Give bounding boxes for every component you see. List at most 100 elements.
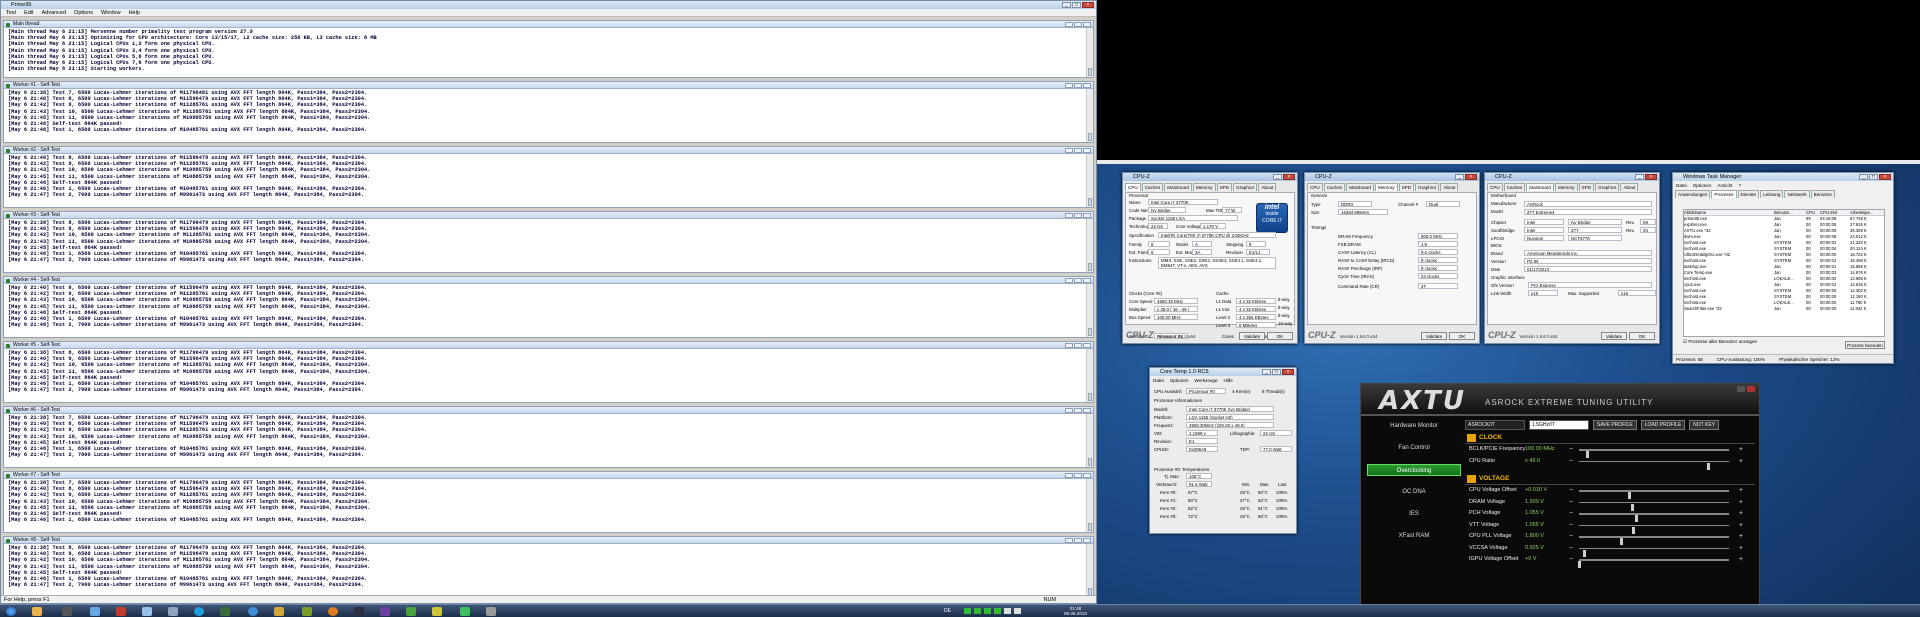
tab-processes[interactable]: Prozesse bbox=[1711, 190, 1737, 198]
increase-button[interactable]: + bbox=[1739, 520, 1743, 532]
menu-item-help[interactable]: Help bbox=[129, 9, 140, 16]
app-icon[interactable] bbox=[90, 607, 100, 616]
slider-track[interactable] bbox=[1579, 513, 1729, 522]
pane-titlebar[interactable]: Worker #2 - Self-Test bbox=[4, 147, 1093, 154]
column-header[interactable]: CPU-Zeit bbox=[1820, 210, 1850, 215]
increase-button[interactable]: + bbox=[1739, 531, 1743, 543]
increase-button[interactable]: + bbox=[1739, 543, 1743, 555]
close-icon[interactable]: × bbox=[1645, 174, 1657, 180]
column-header[interactable]: Abbildname bbox=[1684, 210, 1774, 215]
maximize-icon[interactable] bbox=[1074, 213, 1082, 218]
decrease-button[interactable]: − bbox=[1569, 497, 1573, 509]
cpu-select-dropdown[interactable]: Prozessor #0 bbox=[1186, 388, 1226, 394]
show-all-processes-checkbox[interactable]: ☑ Prozesse aller Benutzer anzeigen bbox=[1683, 339, 1757, 345]
app-icon[interactable] bbox=[62, 607, 72, 616]
worker-pane[interactable]: Worker #7 - Self-Test [May 6 21:38] Test … bbox=[3, 471, 1094, 533]
tab-about[interactable]: About bbox=[1620, 183, 1639, 191]
tab-about[interactable]: About bbox=[1440, 183, 1459, 191]
tab-spd[interactable]: SPD bbox=[1578, 183, 1595, 191]
minimize-icon[interactable] bbox=[1065, 213, 1073, 218]
nav-xfast-ram[interactable]: XFast RAM bbox=[1367, 530, 1461, 542]
app-icon[interactable] bbox=[380, 607, 390, 616]
volume-icon[interactable] bbox=[1014, 608, 1021, 614]
profile-name-input[interactable]: 1.5GHz/IT bbox=[1529, 420, 1589, 430]
tab-memory[interactable]: Memory bbox=[1193, 183, 1216, 191]
end-process-button[interactable]: Prozess beenden bbox=[1845, 341, 1885, 349]
tab-cpu[interactable]: CPU bbox=[1307, 183, 1323, 191]
maximize-icon[interactable] bbox=[1074, 278, 1082, 283]
tab-performance[interactable]: Leistung bbox=[1760, 190, 1784, 198]
decrease-button[interactable]: − bbox=[1569, 543, 1573, 555]
validate-button[interactable]: Validate bbox=[1601, 332, 1627, 340]
tab-cpu[interactable]: CPU bbox=[1487, 183, 1503, 191]
decrease-button[interactable]: − bbox=[1569, 554, 1573, 566]
save-profile-button[interactable]: SAVE PROFILE bbox=[1593, 420, 1637, 430]
nav-fan-control[interactable]: Fan Control bbox=[1367, 442, 1461, 454]
media-player-icon[interactable] bbox=[168, 607, 178, 616]
app-icon[interactable] bbox=[460, 607, 470, 616]
scrollbar[interactable] bbox=[1086, 89, 1093, 142]
maximize-icon[interactable] bbox=[1074, 538, 1082, 543]
maximize-icon[interactable]: □ bbox=[1869, 174, 1878, 180]
main-thread-pane[interactable]: Main thread [Main thread May 6 21:15] Me… bbox=[3, 20, 1094, 78]
worker-pane[interactable]: Worker #3 - Self-Test [May 6 21:38] Test … bbox=[3, 211, 1094, 273]
close-icon[interactable] bbox=[1083, 148, 1091, 153]
coretemp-titlebar[interactable]: Core Temp 1.0 RC5 _ □ × bbox=[1150, 368, 1296, 376]
minimize-icon[interactable] bbox=[1065, 538, 1073, 543]
app-icon[interactable] bbox=[406, 607, 416, 616]
pane-titlebar[interactable]: Worker #4 - Self-Test bbox=[4, 277, 1093, 284]
close-icon[interactable]: × bbox=[1282, 369, 1294, 375]
tray-icon[interactable] bbox=[974, 608, 981, 614]
minimize-icon[interactable]: _ bbox=[1262, 369, 1271, 375]
minimize-icon[interactable]: _ bbox=[1635, 174, 1644, 180]
minimize-icon[interactable] bbox=[1065, 408, 1073, 413]
tab-mainboard[interactable]: Mainboard bbox=[1346, 183, 1374, 191]
validate-button[interactable]: Validate bbox=[1239, 332, 1265, 340]
app-icon[interactable] bbox=[354, 607, 364, 616]
column-header[interactable]: CPU bbox=[1806, 210, 1820, 215]
minimize-icon[interactable] bbox=[1065, 83, 1073, 88]
tab-about[interactable]: About bbox=[1258, 183, 1277, 191]
scroll-thumb[interactable] bbox=[1088, 523, 1092, 531]
ok-button[interactable]: OK bbox=[1449, 332, 1475, 340]
worker-pane[interactable]: Worker #1 - Self-Test [May 6 21:38] Test … bbox=[3, 81, 1094, 143]
pane-titlebar[interactable]: Main thread bbox=[4, 21, 1093, 28]
firefox-icon[interactable] bbox=[328, 607, 338, 616]
nav-ies[interactable]: IES bbox=[1367, 508, 1461, 520]
prime95-titlebar[interactable]: Prime95 _ □ × bbox=[1, 1, 1096, 9]
minimize-icon[interactable] bbox=[1737, 386, 1745, 392]
slider-track[interactable] bbox=[1578, 559, 1729, 568]
task-manager-window[interactable]: Windows Task Manager _ □ × Datei Optionen … bbox=[1672, 172, 1894, 364]
scroll-thumb[interactable] bbox=[1088, 263, 1092, 271]
cpuz-titlebar[interactable]: CPU-Z _ × bbox=[1305, 173, 1479, 181]
worker-pane[interactable]: Worker #4 - Self-Test [May 6 21:40] Test … bbox=[3, 276, 1094, 338]
increase-button[interactable]: + bbox=[1739, 456, 1743, 468]
menu-item-window[interactable]: Window bbox=[101, 9, 121, 16]
tab-mainboard[interactable]: Mainboard bbox=[1164, 183, 1192, 191]
minimize-icon[interactable] bbox=[1065, 473, 1073, 478]
menu-item-edit[interactable]: Edit bbox=[24, 9, 33, 16]
taskbar-clock[interactable]: 21:48 06.05.2013 bbox=[1064, 606, 1087, 617]
worker-pane[interactable]: Worker #2 - Self-Test [May 6 21:40] Test … bbox=[3, 146, 1094, 208]
axtu-window[interactable]: AXTU ASROCK EXTREME TUNING UTILITY ASROC… bbox=[1360, 383, 1760, 605]
worker-pane[interactable]: Worker #5 - Self-Test [May 6 21:38] Test … bbox=[3, 341, 1094, 403]
maximize-icon[interactable]: □ bbox=[1272, 369, 1281, 375]
slider-track[interactable] bbox=[1579, 501, 1729, 511]
tab-caches[interactable]: Caches bbox=[1503, 183, 1526, 191]
scroll-thumb[interactable] bbox=[1088, 198, 1092, 206]
scrollbar[interactable] bbox=[1086, 28, 1093, 77]
menu-item-file[interactable]: Datei bbox=[1153, 378, 1164, 383]
close-icon[interactable] bbox=[1083, 213, 1091, 218]
app-icon[interactable] bbox=[432, 607, 442, 616]
tab-spd[interactable]: SPD bbox=[1398, 183, 1415, 191]
explorer-icon[interactable] bbox=[32, 607, 42, 616]
decrease-button[interactable]: − bbox=[1569, 444, 1573, 456]
minimize-icon[interactable]: _ bbox=[1062, 2, 1071, 8]
increase-button[interactable]: + bbox=[1739, 485, 1743, 497]
slider-knob[interactable] bbox=[1707, 462, 1710, 470]
close-icon[interactable] bbox=[1083, 538, 1091, 543]
menu-item-help[interactable]: Hilfe bbox=[1224, 378, 1233, 383]
slider-track[interactable] bbox=[1579, 449, 1729, 458]
close-icon[interactable] bbox=[1747, 386, 1755, 392]
pane-titlebar[interactable]: Worker #3 - Self-Test bbox=[4, 212, 1093, 219]
